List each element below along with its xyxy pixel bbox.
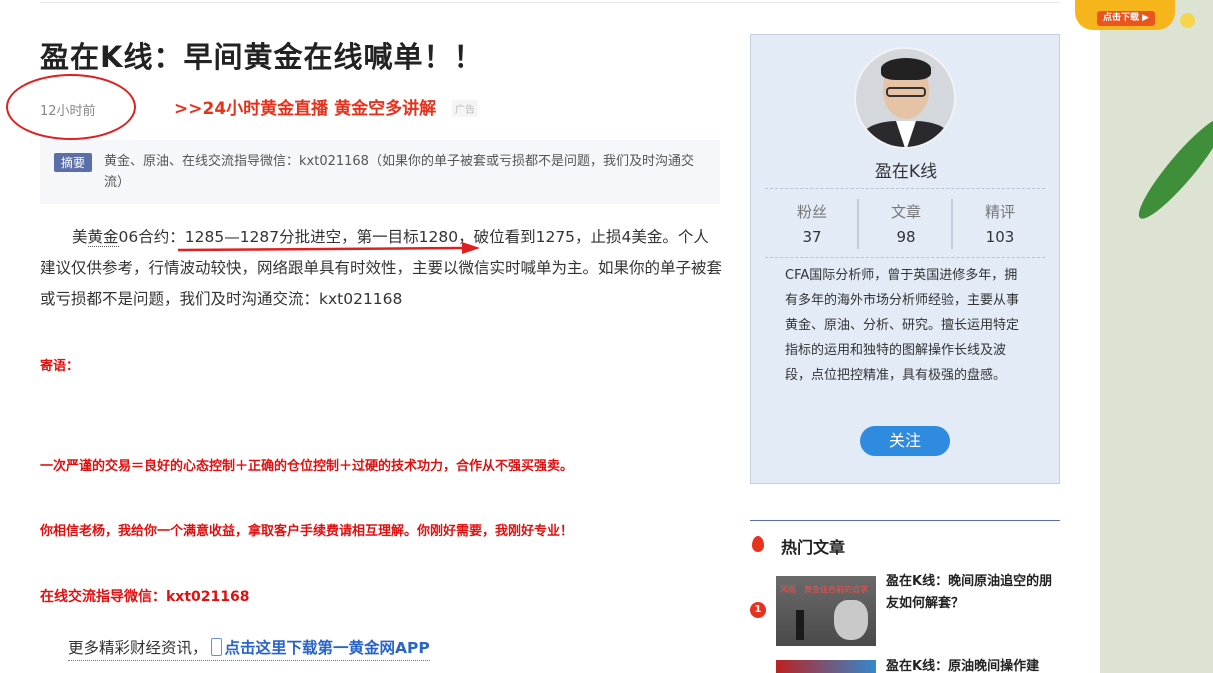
divider [765, 257, 1045, 258]
money-bag-graphic [834, 600, 868, 640]
author-bio: CFA国际分析师，曾于英国进修多年，拥有多年的海外市场分析师经验，主要从事黄金、… [785, 268, 1020, 383]
summary-box: 摘要 黄金、原油、在线交流指导微信：kxt021168（如果你的单子被套或亏损都… [40, 140, 720, 204]
thumbnail-caption: 风雨 黄金佳合前的追求 [780, 585, 868, 594]
side-decoration [1100, 0, 1213, 673]
page: 点击下载 ▶ 盈在K线：早间黄金在线喊单！！ 12小时前 >>24小时黄金直播 … [0, 0, 1213, 673]
stat-value: 98 [896, 228, 916, 246]
ad-tag: 广告 [452, 100, 478, 117]
gold-keyword-link[interactable]: 黄金 [87, 228, 119, 247]
hot-articles-title: 热门文章 [781, 538, 846, 557]
top-divider [40, 2, 1060, 3]
stat-label: 精评 [984, 203, 1015, 221]
note-trust: 你相信老杨，我给你一个满意收益，拿取客户手续费请相互理解。你刚好需要，我刚好专业… [40, 524, 574, 539]
follow-button[interactable]: 关注 [860, 426, 950, 456]
article-title: 盈在K线：早间黄金在线喊单！！ [40, 40, 484, 74]
app-download-link[interactable]: 点击这里下载第一黄金网APP [225, 639, 430, 657]
stat-reviews: 精评 103 [953, 201, 1047, 246]
app-prefix: 更多精彩财经资讯， [68, 639, 208, 657]
author-name[interactable]: 盈在K线 [751, 157, 1061, 182]
divider [765, 188, 1045, 189]
article-body: 美黄金06合约：1285—1287分批进空，第一目标1280，破位看到1275，… [40, 222, 724, 315]
body-rest: 06合约：1285—1287分批进空，第一目标1280，破位看到1275，止损4… [40, 228, 723, 308]
note-label: 寄语： [40, 359, 80, 374]
stat-label: 粉丝 [796, 203, 827, 221]
summary-tag: 摘要 [54, 153, 93, 172]
live-ad-link[interactable]: >>24小时黄金直播 黄金空多讲解 [174, 94, 436, 119]
red-circle-annotation [6, 74, 136, 140]
fire-icon [752, 536, 764, 552]
app-download-line: 更多精彩财经资讯， 点击这里下载第一黄金网APP [68, 636, 430, 661]
decor-dot [1180, 13, 1195, 28]
phone-icon [210, 638, 222, 656]
hot-article-link[interactable]: 盈在K线：晚间原油追空的朋友如何解套？ [886, 571, 1058, 615]
download-ad-badge[interactable]: 点击下载 ▶ [1075, 0, 1175, 30]
hot-article-thumbnail[interactable] [776, 660, 876, 673]
stat-value: 103 [985, 228, 1015, 246]
leaf-graphic [1130, 110, 1213, 227]
rank-badge: 1 [750, 602, 766, 618]
red-arrow-annotation [177, 242, 480, 254]
summary-text: 黄金、原油、在线交流指导微信：kxt021168（如果你的单子被套或亏损都不是问… [104, 154, 694, 190]
author-avatar[interactable] [854, 47, 956, 149]
hot-article-link[interactable]: 盈在K线：原油晚间操作建 [886, 656, 1058, 673]
stat-label: 文章 [890, 203, 921, 221]
stat-articles: 文章 98 [859, 201, 953, 246]
hot-divider [750, 520, 1060, 521]
note-wechat: 在线交流指导微信：kxt021168 [40, 589, 250, 605]
note-trading-formula: 一次严谨的交易＝良好的心态控制＋正确的仓位控制＋过硬的技术功力，合作从不强买强卖… [40, 459, 574, 474]
body-prefix: 美 [72, 228, 88, 246]
hot-article-thumbnail[interactable]: 风雨 黄金佳合前的追求 [776, 576, 876, 646]
download-ad-label[interactable]: 点击下载 ▶ [1097, 11, 1155, 26]
stat-value: 37 [802, 228, 822, 246]
figure-graphic [796, 610, 804, 640]
stat-fans: 粉丝 37 [765, 201, 859, 246]
author-card: 盈在K线 粉丝 37 文章 98 精评 103 CFA国际分析师，曾于英国进修多… [750, 34, 1060, 484]
